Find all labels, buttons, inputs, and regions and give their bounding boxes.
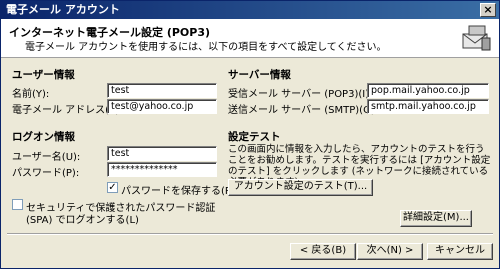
server-info-heading: サーバー情報 <box>228 69 291 81</box>
divider <box>7 233 493 235</box>
test-account-button[interactable]: アカウント設定のテスト(T)... <box>228 179 373 196</box>
email-input[interactable]: test@yahoo.co.jp <box>107 99 217 114</box>
spa-checkbox[interactable] <box>12 199 23 210</box>
back-button[interactable]: < 戻る(B) <box>290 243 356 260</box>
remember-password-checkbox[interactable]: ✓ <box>107 182 118 193</box>
outgoing-server-input[interactable]: smtp.mail.yahoo.co.jp <box>367 99 489 114</box>
username-input[interactable]: test <box>107 146 217 161</box>
remember-password-label: パスワードを保存する(R) <box>121 186 236 197</box>
advanced-settings-button[interactable]: 詳細設定(M)... <box>400 210 472 227</box>
close-button[interactable]: × <box>480 3 496 17</box>
email-account-dialog: 電子メール アカウント × インターネット電子メール設定 (POP3) 電子メー… <box>0 0 500 269</box>
title-bar: 電子メール アカウント × <box>1 1 499 19</box>
outgoing-server-label: 送信メール サーバー (SMTP)(O): <box>228 105 379 116</box>
incoming-server-input[interactable]: pop.mail.yahoo.co.jp <box>367 83 489 98</box>
username-label: ユーザー名(U): <box>12 152 81 163</box>
incoming-server-label: 受信メール サーバー (POP3)(I): <box>228 89 373 100</box>
dialog-header: インターネット電子メール設定 (POP3) 電子メール アカウントを使用するには… <box>1 19 499 58</box>
password-input[interactable]: ************** <box>107 162 217 177</box>
test-settings-heading: 設定テスト <box>228 131 281 143</box>
next-button[interactable]: 次へ(N) > <box>357 243 423 260</box>
spa-label-line2: (SPA) でログオンする(L) <box>26 215 139 226</box>
window-title: 電子メール アカウント <box>6 3 120 16</box>
mail-server-icon <box>462 25 491 51</box>
login-info-heading: ログオン情報 <box>12 131 75 143</box>
name-label: 名前(Y): <box>12 89 50 100</box>
user-info-heading: ユーザー情報 <box>12 69 75 81</box>
password-label: パスワード(P): <box>12 168 80 179</box>
header-subtitle: 電子メール アカウントを使用するには、以下の項目をすべて設定してください。 <box>25 42 387 53</box>
cancel-button[interactable]: キャンセル <box>427 243 493 260</box>
name-input[interactable]: test <box>107 83 217 98</box>
